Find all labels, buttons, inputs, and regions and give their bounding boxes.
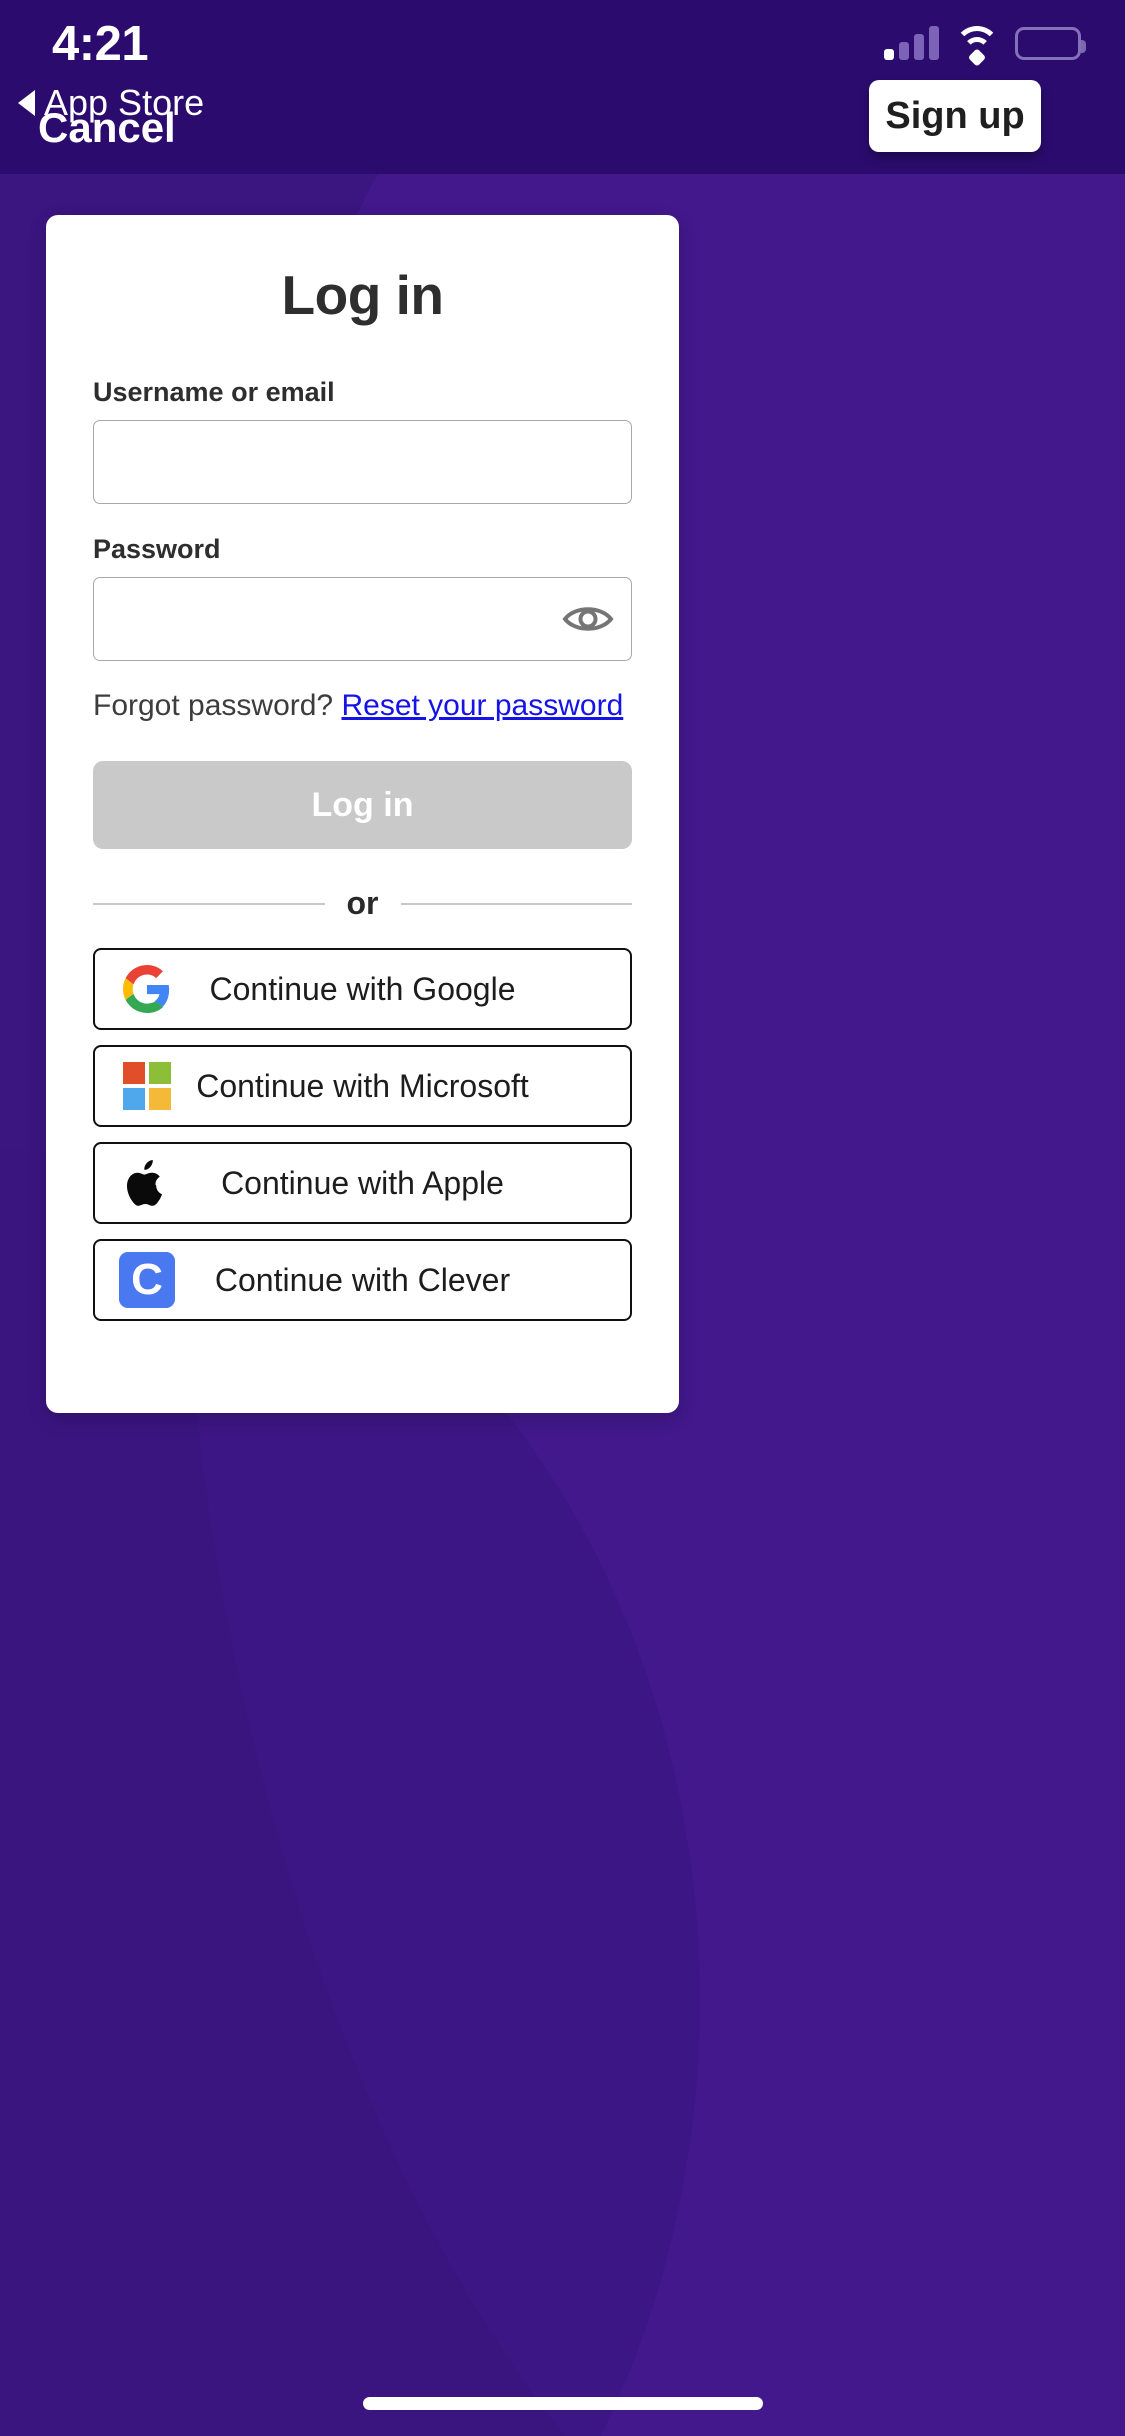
- username-input[interactable]: [93, 420, 632, 504]
- page-title: Log in: [281, 264, 444, 326]
- continue-with-microsoft-button[interactable]: Continue with Microsoft: [93, 1045, 632, 1127]
- app-screen: 4:21 App Store Cancel Sign up Log in Use…: [0, 0, 1125, 2436]
- continue-with-clever-label: Continue with Clever: [214, 1261, 511, 1298]
- continue-with-apple-label: Continue with Apple: [221, 1164, 504, 1201]
- status-bar-indicators: [884, 24, 1086, 67]
- cellular-signal-icon: [884, 24, 939, 60]
- sign-up-button[interactable]: Sign up: [869, 80, 1041, 152]
- toggle-password-visibility-button[interactable]: [560, 597, 616, 641]
- password-input[interactable]: [93, 577, 632, 661]
- log-in-submit-button[interactable]: Log in: [93, 761, 632, 849]
- reset-password-link[interactable]: Reset your password: [341, 689, 623, 722]
- username-label: Username or email: [93, 377, 335, 407]
- login-card: Log in Username or email Password Forgot…: [46, 215, 679, 1413]
- divider-line-left: [93, 902, 325, 905]
- continue-with-apple-button[interactable]: Continue with Apple: [93, 1142, 632, 1224]
- google-icon: [119, 961, 175, 1017]
- eye-icon: [562, 607, 614, 631]
- navigation-bar: Cancel Sign up: [0, 80, 1125, 174]
- apple-icon: [119, 1155, 175, 1211]
- username-field-wrapper: [93, 420, 632, 504]
- battery-icon: [1015, 27, 1086, 60]
- forgot-password-text: Forgot password?: [93, 689, 334, 722]
- wifi-icon: [954, 26, 1000, 67]
- social-login-list: Continue with Google Continue with Micro…: [93, 948, 632, 1321]
- continue-with-google-label: Continue with Google: [209, 970, 516, 1007]
- clever-icon: C: [119, 1252, 175, 1308]
- password-field-wrapper: [93, 577, 632, 661]
- continue-with-microsoft-label: Continue with Microsoft: [196, 1067, 529, 1104]
- status-bar-time: 4:21: [52, 17, 149, 71]
- or-divider: or: [93, 885, 632, 922]
- continue-with-clever-button[interactable]: C Continue with Clever: [93, 1239, 632, 1321]
- password-label: Password: [93, 534, 221, 564]
- divider-line-right: [400, 902, 632, 905]
- continue-with-google-button[interactable]: Continue with Google: [93, 948, 632, 1030]
- home-indicator[interactable]: [362, 2397, 763, 2410]
- cancel-button[interactable]: Cancel: [38, 104, 176, 152]
- microsoft-icon: [119, 1058, 175, 1114]
- divider-label: or: [346, 885, 379, 921]
- forgot-password-row: Forgot password? Reset your password: [93, 689, 632, 723]
